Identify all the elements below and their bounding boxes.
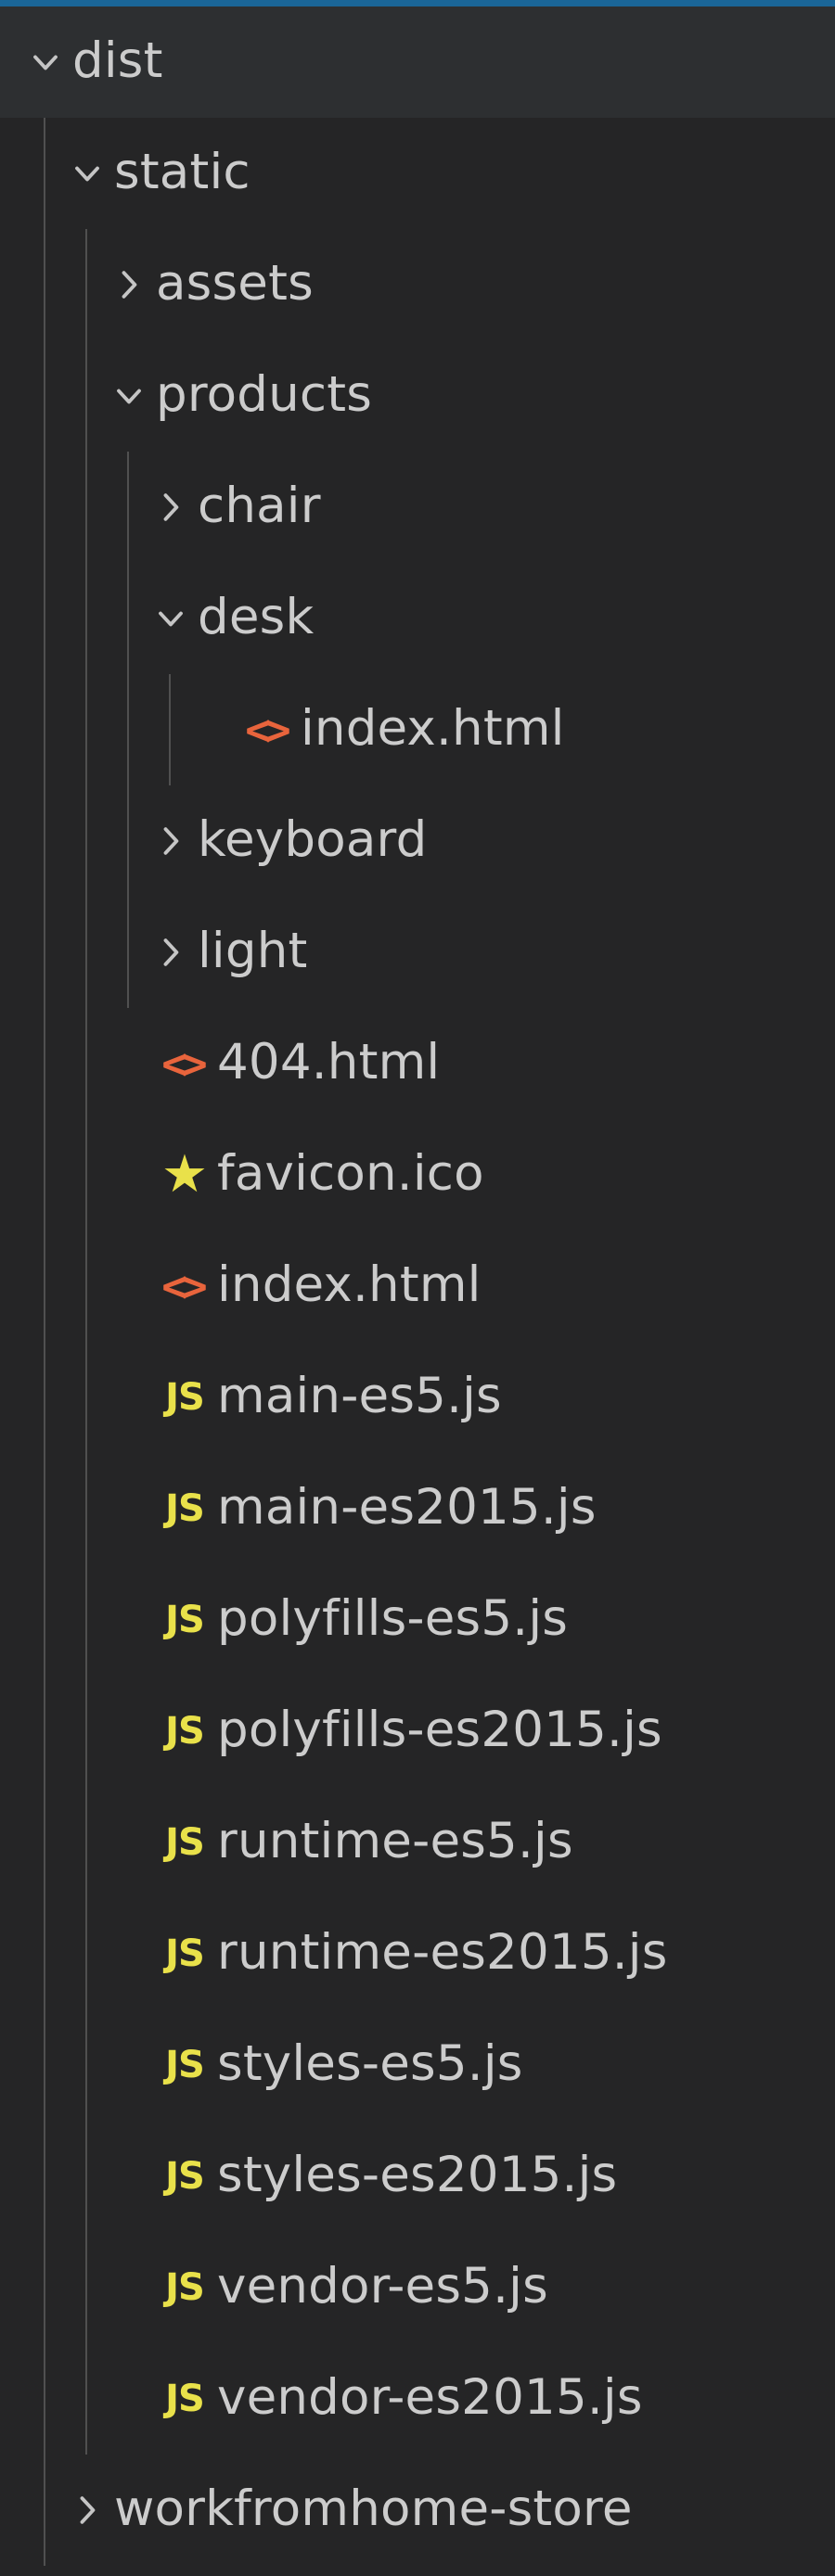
chevron-down-icon[interactable] (60, 118, 114, 229)
js-file-icon: JS (165, 2378, 205, 2420)
js-file-icon: JS (165, 1487, 205, 1530)
twisty-placeholder (102, 2009, 156, 2121)
tree-row-label: assets (156, 254, 314, 312)
twisty-placeholder (102, 1564, 156, 1676)
js-file-icon: JS (165, 2044, 205, 2086)
tree-row-vendor-es5-js[interactable]: JS vendor-es5.js (0, 2232, 835, 2343)
html-file-icon: <> (161, 1039, 207, 1089)
tree-row-favicon-ico[interactable]: ★ favicon.ico (0, 1119, 835, 1231)
tree-row-label: keyboard (198, 810, 428, 868)
twisty-placeholder (102, 1787, 156, 1898)
tree-row-label: favicon.ico (217, 1144, 484, 1202)
tree-row-label: main-es5.js (217, 1367, 502, 1424)
pane-focus-border (0, 0, 835, 6)
tree-row-runtime-es5-js[interactable]: JS runtime-es5.js (0, 1787, 835, 1898)
tree-row-light[interactable]: light (0, 897, 835, 1008)
tree-row-polyfills-es2015-js[interactable]: JS polyfills-es2015.js (0, 1676, 835, 1787)
tree-row-label: vendor-es5.js (217, 2257, 548, 2315)
tree-row-keyboard[interactable]: keyboard (0, 785, 835, 897)
tree-row-runtime-es2015-js[interactable]: JS runtime-es2015.js (0, 1898, 835, 2009)
tree-row-products[interactable]: products (0, 340, 835, 452)
tree-row-dist[interactable]: dist (0, 6, 835, 118)
tree-row-label: chair (198, 477, 321, 534)
chevron-right-icon[interactable] (144, 452, 198, 563)
chevron-right-icon[interactable] (144, 897, 198, 1008)
tree-row-assets[interactable]: assets (0, 229, 835, 340)
js-file-icon: JS (165, 1821, 205, 1864)
chevron-down-icon[interactable] (19, 6, 72, 118)
tree-row-desk[interactable]: desk (0, 563, 835, 674)
tree-row-label: static (114, 143, 250, 200)
twisty-placeholder (102, 2232, 156, 2343)
chevron-down-icon[interactable] (102, 340, 156, 452)
js-file-icon: JS (165, 2266, 205, 2309)
tree-row-label: dist (72, 32, 163, 89)
twisty-placeholder (186, 674, 239, 785)
chevron-down-icon[interactable] (144, 563, 198, 674)
twisty-placeholder (102, 1453, 156, 1564)
explorer-file-tree-panel: dist static assets products chair desk <> index… (0, 0, 835, 2576)
tree-row-vendor-es2015-js[interactable]: JS vendor-es2015.js (0, 2343, 835, 2455)
tree-row-main-es5-js[interactable]: JS main-es5.js (0, 1342, 835, 1453)
tree-row-label: runtime-es5.js (217, 1812, 573, 1869)
tree-row-polyfills-es5-js[interactable]: JS polyfills-es5.js (0, 1564, 835, 1676)
js-file-icon: JS (165, 2155, 205, 2198)
twisty-placeholder (102, 1119, 156, 1231)
tree-row-label: polyfills-es5.js (217, 1589, 569, 1647)
tree-row-workfromhome-store[interactable]: workfromhome-store (0, 2455, 835, 2566)
tree-row-styles-es5-js[interactable]: JS styles-es5.js (0, 2009, 835, 2121)
tree-row-label: styles-es5.js (217, 2034, 523, 2092)
tree-row-main-es2015-js[interactable]: JS main-es2015.js (0, 1453, 835, 1564)
tree-row-label: index.html (217, 1256, 482, 1313)
chevron-right-icon[interactable] (144, 785, 198, 897)
tree-row-label: desk (198, 588, 315, 645)
twisty-placeholder (102, 1231, 156, 1342)
tree-row-chair[interactable]: chair (0, 452, 835, 563)
js-file-icon: JS (165, 1932, 205, 1975)
twisty-placeholder (102, 1008, 156, 1119)
js-file-icon: JS (165, 1599, 205, 1641)
tree-row-label: workfromhome-store (114, 2480, 633, 2537)
twisty-placeholder (102, 2343, 156, 2455)
tree-row-label: 404.html (217, 1033, 441, 1090)
twisty-placeholder (102, 2121, 156, 2232)
tree-row-label: main-es2015.js (217, 1478, 597, 1536)
twisty-placeholder (102, 1676, 156, 1787)
twisty-placeholder (102, 1898, 156, 2009)
tree-row-index-html[interactable]: <> index.html (0, 1231, 835, 1342)
html-file-icon: <> (245, 705, 290, 755)
tree-row-label: runtime-es2015.js (217, 1923, 668, 1981)
chevron-right-icon[interactable] (102, 229, 156, 340)
tree-row-label: polyfills-es2015.js (217, 1701, 662, 1758)
tree-row-label: styles-es2015.js (217, 2146, 618, 2203)
tree-row-static[interactable]: static (0, 118, 835, 229)
tree-row-label: vendor-es2015.js (217, 2368, 643, 2426)
tree-row-label: products (156, 365, 373, 423)
tree-row-label: light (198, 922, 308, 979)
file-tree[interactable]: dist static assets products chair desk <> index… (0, 6, 835, 2566)
tree-row-404-html[interactable]: <> 404.html (0, 1008, 835, 1119)
tree-row-styles-es2015-js[interactable]: JS styles-es2015.js (0, 2121, 835, 2232)
html-file-icon: <> (161, 1261, 207, 1311)
tree-row-index-html[interactable]: <> index.html (0, 674, 835, 785)
twisty-placeholder (102, 1342, 156, 1453)
chevron-right-icon[interactable] (60, 2455, 114, 2566)
js-file-icon: JS (165, 1376, 205, 1419)
tree-row-label: index.html (301, 699, 565, 757)
star-file-icon: ★ (161, 1144, 209, 1205)
js-file-icon: JS (165, 1710, 205, 1753)
